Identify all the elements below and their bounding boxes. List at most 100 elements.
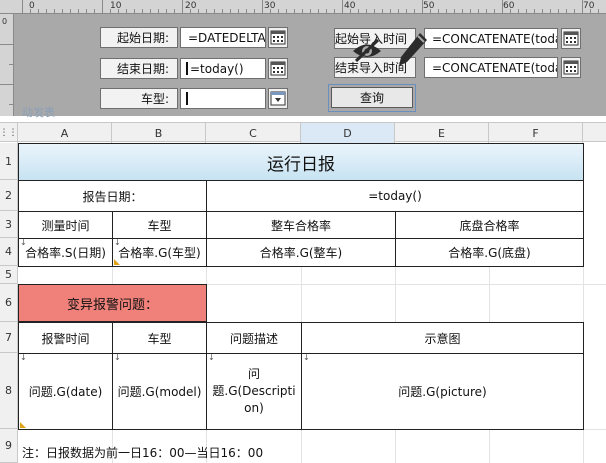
header-model[interactable]: 车型 [112,211,207,239]
ruler-tick [150,9,151,14]
report-date-value[interactable]: =today() [206,180,584,212]
cell-chassis-field[interactable]: 合格率.G(底盘) [395,238,584,267]
ruler-tick [478,9,479,14]
query-button[interactable]: 查询 [331,87,413,108]
ruler-tick [22,0,23,14]
ruler-tick [510,9,511,14]
ruler-tick [454,9,455,14]
ruler-tick [462,9,463,14]
cell-text: 问题.G(model) [117,385,202,399]
ruler-number: 60 [503,1,515,11]
calendar-icon[interactable] [561,57,581,78]
column-header[interactable]: C [206,123,301,143]
ruler-tick [86,9,87,14]
cell-marker-icon [114,259,120,265]
cell-vehicle-field[interactable]: 合格率.G(整车) [206,238,396,267]
ruler-tick [414,9,415,14]
row-header[interactable]: 1 [0,143,18,180]
cell-date-field[interactable]: ↓ 合格率.S(日期) [18,238,113,267]
cell-alarm-model[interactable]: ↓ 问题.G(model) [112,353,207,430]
edit-pen-icon[interactable] [396,30,430,70]
column-header[interactable]: A [18,123,112,143]
column-header[interactable]: F [489,123,583,143]
ruler-tick [270,9,271,14]
hidden-eye-icon[interactable] [350,36,384,64]
ruler-tick [550,9,551,14]
ruler-tick [590,9,591,14]
row-header[interactable]: 3 [0,211,18,238]
header-diagram[interactable]: 示意图 [301,322,584,354]
footnote[interactable]: 注：日报数据为前一日16：00—当日16：00 [22,444,263,461]
row-header[interactable]: 6 [0,284,18,322]
ruler-tick [174,9,175,14]
ruler-tick [566,9,567,14]
cell-text: 问题.G(date) [28,385,103,399]
end-import-field[interactable]: =CONCATENATE(toda [424,57,558,78]
ruler-tick [102,0,103,14]
end-date-field[interactable]: =today() [180,58,266,79]
cell-alarm-picture[interactable]: ↓ 问题.G(picture) [301,353,584,430]
vertical-ruler: 0 [0,14,14,116]
ruler-tick [406,9,407,14]
ruler-tick [38,9,39,14]
ruler-tick [70,9,71,14]
ruler-tick [494,9,495,14]
cell-model-field[interactable]: ↓ 合格率.G(车型) [112,238,207,267]
ruler-tick [358,9,359,14]
cell-text: 问 题.G(Descripti on) [212,367,296,415]
ruler-tick [534,9,535,14]
row-header[interactable]: 4 [0,238,18,266]
expand-down-icon: ↓ [208,353,215,362]
ruler-tick [214,9,215,14]
ruler-tick [62,9,63,14]
ruler-tick [166,9,167,14]
column-header-selected[interactable]: D [301,123,395,143]
calendar-icon[interactable] [561,28,581,49]
cell-alarm-date[interactable]: ↓ 问题.G(date) [18,353,113,430]
ruler-tick [390,9,391,14]
row-header[interactable]: 2 [0,180,18,211]
dropdown-icon[interactable] [268,88,288,109]
model-label: 车型: [100,88,178,109]
alarm-section-label[interactable]: 变异报警问题： [18,284,207,322]
ruler-tick [190,9,191,14]
expand-down-icon: ↓ [114,238,121,247]
model-field[interactable] [180,88,266,109]
calendar-icon[interactable] [268,58,288,79]
report-date-label[interactable]: 报告日期： [18,180,207,212]
ruler-tick [574,9,575,14]
report-title[interactable]: 运行日报 [18,143,584,181]
row-header[interactable]: 5 [0,266,18,284]
ruler-tick [254,9,255,14]
header-alarm-time[interactable]: 报警时间 [18,322,113,354]
ruler-tick [582,0,583,14]
select-all-icon[interactable]: ⋮⋮ [0,123,18,143]
ruler-tick [302,9,303,14]
row-header[interactable]: 8 [0,353,18,429]
header-alarm-model[interactable]: 车型 [112,322,207,354]
end-date-label: 结束日期: [100,58,178,79]
ruler-tick [422,0,423,14]
ruler-tick [518,9,519,14]
start-date-field[interactable]: =DATEDELTA(t [180,27,266,48]
row-header[interactable]: 7 [0,322,18,353]
text-cursor [186,62,188,75]
ruler-tick [230,9,231,14]
header-measure-time[interactable]: 测量时间 [18,211,113,239]
ruler-tick [206,9,207,14]
cell-alarm-description[interactable]: ↓ 问 题.G(Descripti on) [206,353,302,430]
expand-down-icon: ↓ [20,353,27,362]
ruler-number: 50 [423,1,435,11]
header-vehicle-pass-rate[interactable]: 整车合格率 [206,211,396,239]
start-import-field[interactable]: =CONCATENATE(toda [424,28,558,49]
ruler-tick [470,9,471,14]
calendar-icon[interactable] [268,27,288,48]
row-header[interactable]: 9 [0,429,18,463]
ruler-tick [286,9,287,14]
column-header[interactable]: E [395,123,489,143]
end-import-value: =CONCATENATE(toda [432,60,558,75]
header-chassis-pass-rate[interactable]: 底盘合格率 [395,211,584,239]
column-header[interactable]: B [112,123,206,143]
header-problem-description[interactable]: 问题描述 [206,322,302,354]
ruler-tick [198,9,199,14]
